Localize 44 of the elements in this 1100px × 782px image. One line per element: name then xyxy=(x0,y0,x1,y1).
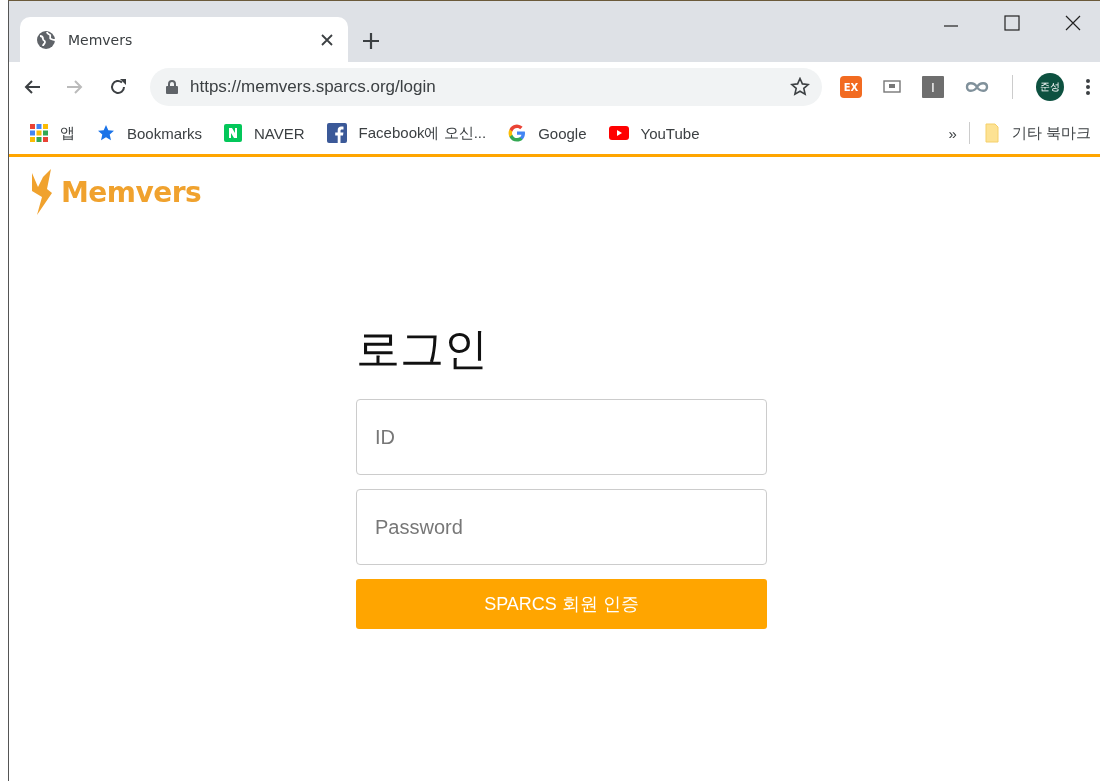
globe-icon xyxy=(36,29,56,50)
browser-tab[interactable]: Memvers xyxy=(20,17,348,62)
apps-grid-icon xyxy=(30,124,48,142)
bookmark-label: 기타 북마크 xyxy=(1011,123,1091,143)
overflow-chevron[interactable]: » xyxy=(948,124,957,142)
bookmark-item[interactable]: NAVER xyxy=(224,124,305,142)
facebook-icon xyxy=(326,123,347,143)
bookmark-item[interactable]: 앱 xyxy=(30,123,75,143)
star-icon xyxy=(97,124,115,142)
back-arrow-icon[interactable] xyxy=(23,78,41,96)
bookmark-item[interactable]: Google xyxy=(508,124,587,142)
monitor-icon[interactable] xyxy=(883,80,901,94)
infinity-icon[interactable] xyxy=(965,81,989,93)
tab-title: Memvers xyxy=(68,31,134,48)
close-icon[interactable] xyxy=(320,32,334,47)
extension-button[interactable]: I xyxy=(922,76,944,98)
naver-icon xyxy=(224,124,243,142)
page-heading: 로그인 xyxy=(356,322,489,376)
bookmark-item[interactable]: YouTube xyxy=(608,124,700,142)
url-text: https://memvers.sparcs.org/login xyxy=(190,77,437,97)
maximize-icon[interactable] xyxy=(1004,15,1020,31)
lock-icon xyxy=(166,80,178,94)
star-icon[interactable] xyxy=(790,77,810,97)
youtube-icon xyxy=(608,126,629,140)
bookmark-label: YouTube xyxy=(640,124,700,142)
bookmark-item[interactable]: Bookmarks xyxy=(97,124,203,142)
bookmark-label: Facebook에 오신... xyxy=(358,123,487,143)
bookmark-label: Google xyxy=(538,124,587,142)
address-bar[interactable]: https://memvers.sparcs.org/login xyxy=(150,68,822,106)
close-window-icon[interactable] xyxy=(1065,15,1081,31)
bookmark-label: NAVER xyxy=(254,124,305,142)
menu-icon[interactable] xyxy=(1085,78,1091,96)
id-input-field[interactable]: ID xyxy=(356,399,767,475)
profile-avatar[interactable]: 준성 xyxy=(1036,73,1064,101)
password-input-field[interactable]: Password xyxy=(356,489,767,565)
bookmark-label: Bookmarks xyxy=(127,124,203,142)
lightning-logo-icon xyxy=(29,169,53,215)
bookmark-item[interactable]: Facebook에 오신... xyxy=(326,123,487,143)
bookmark-item[interactable]: 기타 북마크 xyxy=(983,123,1091,143)
reload-icon[interactable] xyxy=(109,78,127,96)
new-tab-icon[interactable] xyxy=(362,32,380,50)
google-icon xyxy=(508,124,527,142)
folder-icon xyxy=(983,123,1000,143)
bookmark-label: 앱 xyxy=(60,123,75,143)
